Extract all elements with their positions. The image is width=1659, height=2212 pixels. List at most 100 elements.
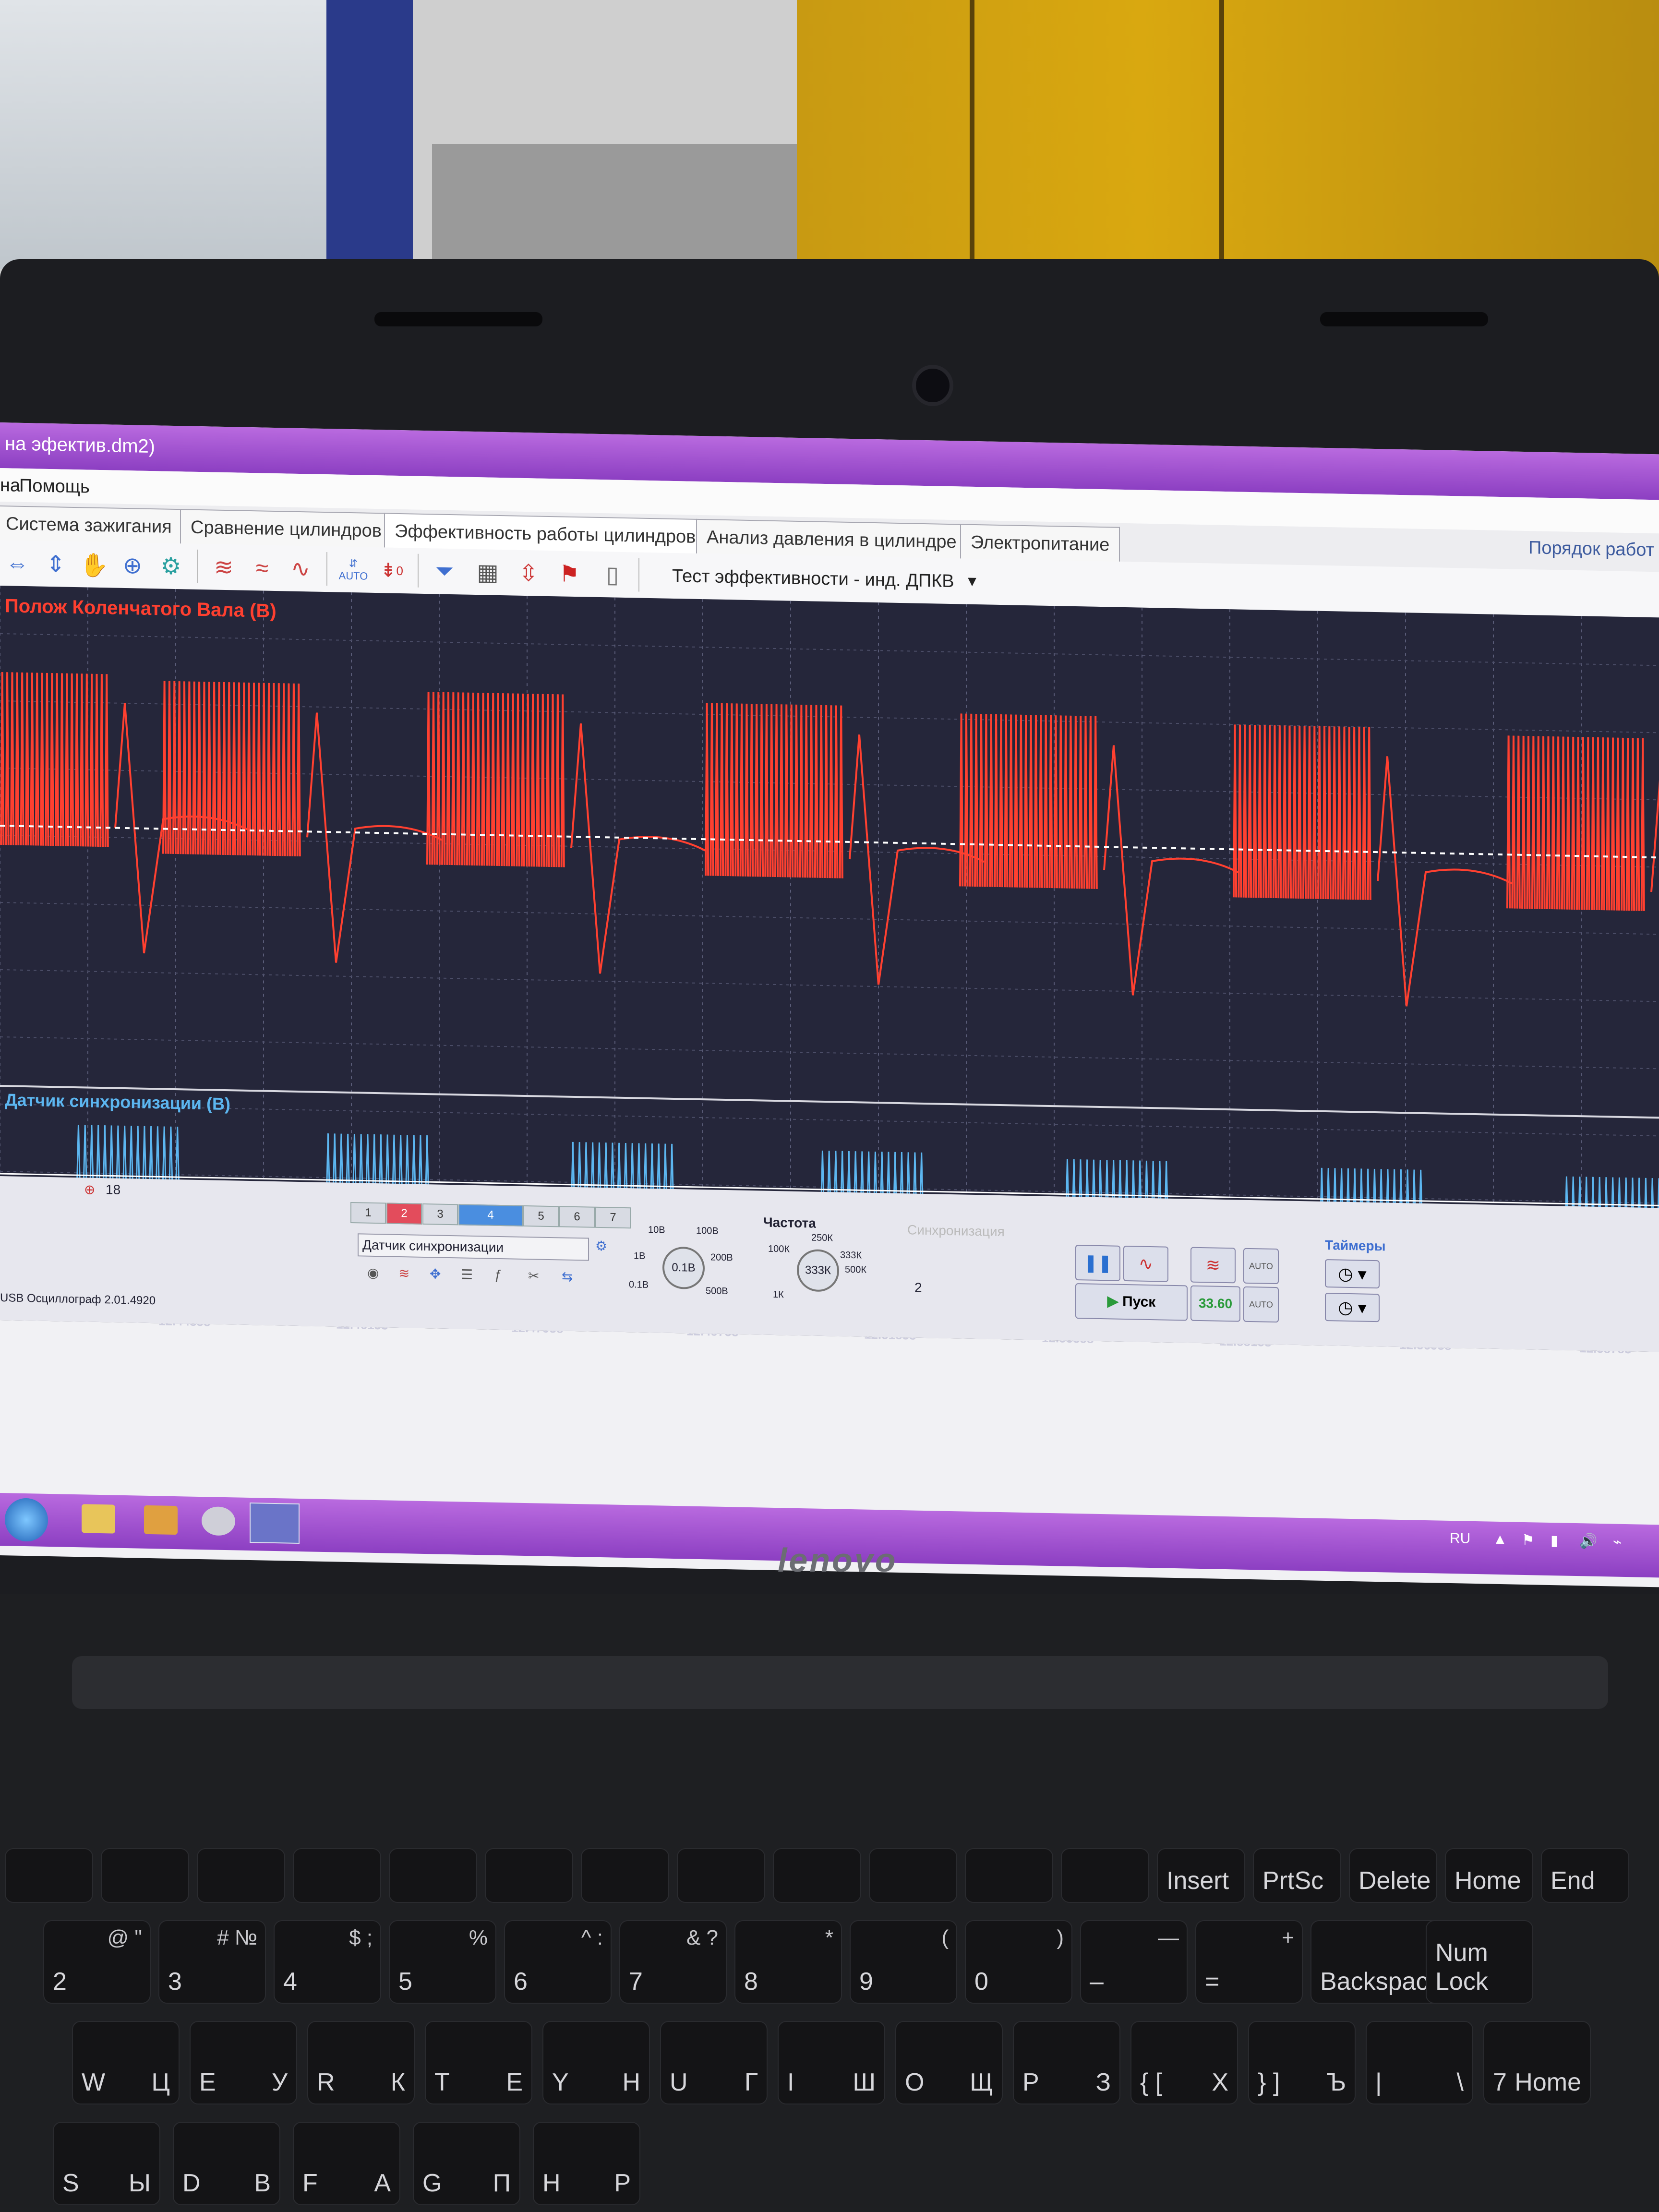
voltage-knob[interactable]: 0.1В (662, 1246, 705, 1290)
invert-icon[interactable]: ≋ (398, 1265, 409, 1281)
function-key[interactable]: Home (1445, 1848, 1533, 1903)
number-key[interactable]: 2 @ " (43, 1920, 151, 2004)
page-button[interactable]: 7 (595, 1206, 631, 1229)
timer-1-button[interactable]: ◷ ▾ (1325, 1259, 1380, 1289)
letter-key[interactable]: } ] Ъ (1248, 2021, 1356, 2104)
number-key[interactable]: 3 # № (158, 1920, 266, 2004)
test-mode-select[interactable]: Тест эффективности - инд. ДПКВ ▼ (672, 562, 984, 596)
zero-offset-icon[interactable]: ⇟ 0 (374, 553, 409, 588)
letter-key[interactable]: OЩ (895, 2021, 1003, 2104)
start-button[interactable]: ▶ Пуск (1075, 1283, 1188, 1321)
swap-icon[interactable]: ⇆ (562, 1268, 573, 1284)
scale-vertical-icon[interactable]: ⇕ (38, 547, 73, 582)
timer-2-button[interactable]: ◷ ▾ (1325, 1292, 1380, 1322)
sine-icon[interactable]: ∿ (1123, 1245, 1168, 1282)
media-icon[interactable] (144, 1505, 178, 1535)
function-key[interactable] (197, 1848, 285, 1903)
auto-settings-icon[interactable]: АUTO (1243, 1248, 1279, 1285)
marker-flag-icon[interactable]: ⚑ (552, 556, 587, 591)
waveform-icon[interactable]: ≋ (1190, 1247, 1236, 1284)
pause-icon[interactable]: ❚❚ (1075, 1245, 1120, 1281)
frequency-knob[interactable]: 333К (797, 1249, 839, 1292)
work-order-label[interactable]: Порядок работ (1528, 538, 1654, 561)
number-key[interactable]: 4 $ ; (274, 1920, 381, 2004)
number-key[interactable]: 0) (965, 1920, 1072, 2004)
move-icon[interactable]: ✥ (430, 1266, 441, 1282)
browser-icon[interactable] (202, 1506, 235, 1536)
letter-key[interactable]: GП (413, 2122, 520, 2205)
function-key[interactable] (1061, 1848, 1149, 1903)
page-button[interactable]: 3 (422, 1203, 458, 1226)
page-button[interactable]: 6 (559, 1206, 595, 1228)
waveform-c-icon[interactable]: ∿ (283, 551, 318, 586)
number-key[interactable]: 5% (389, 1920, 496, 2004)
number-key[interactable]: 7 & ? (619, 1920, 727, 2004)
letter-key[interactable]: EУ (190, 2021, 297, 2104)
count-value[interactable]: 18 (106, 1182, 120, 1198)
tray-up-icon[interactable]: ▲ (1493, 1531, 1507, 1548)
scissors-icon[interactable]: ✂ (528, 1268, 539, 1284)
letter-key[interactable]: UГ (660, 2021, 768, 2104)
waveform-a-icon[interactable]: ≋ (206, 550, 241, 585)
lines-icon[interactable]: ☰ (461, 1266, 473, 1282)
sync-value[interactable]: 2 (914, 1280, 922, 1296)
document-icon[interactable]: ▯ (595, 557, 630, 592)
channel-settings-icon[interactable]: ⚙ (595, 1238, 607, 1254)
cursor-lines-icon[interactable]: ⇳ (511, 555, 546, 590)
function-key[interactable]: End (1541, 1848, 1629, 1903)
explorer-icon[interactable] (82, 1504, 115, 1534)
scale-horizontal-icon[interactable]: ⇔ (0, 546, 35, 581)
waveform-b-icon[interactable]: ≈ (245, 551, 279, 586)
function-key[interactable] (773, 1848, 861, 1903)
volume-icon[interactable]: 🔊 (1579, 1533, 1597, 1550)
page-button[interactable]: 2 (386, 1202, 422, 1225)
zoom-icon[interactable]: ⊕ (115, 548, 150, 583)
function-key[interactable]: Delete (1349, 1848, 1437, 1903)
auto-scale-icon[interactable]: ⇵ АUTO (336, 552, 371, 587)
letter-key[interactable]: RК (307, 2021, 415, 2104)
function-icon[interactable]: ƒ (494, 1267, 502, 1283)
filter-icon[interactable]: ⚙ (154, 549, 188, 584)
menu-item-file[interactable]: на (0, 475, 20, 496)
letter-key[interactable]: TЕ (425, 2021, 532, 2104)
page-button[interactable]: 5 (523, 1205, 559, 1227)
oscilloscope-app-icon[interactable] (250, 1502, 300, 1544)
letter-key[interactable]: IШ (778, 2021, 885, 2104)
eye-icon[interactable]: ◉ (367, 1265, 379, 1281)
letter-key[interactable]: FА (293, 2122, 400, 2205)
function-key[interactable] (293, 1848, 381, 1903)
start-orb[interactable] (5, 1498, 48, 1542)
function-key[interactable] (581, 1848, 669, 1903)
function-key[interactable] (485, 1848, 573, 1903)
count-icon[interactable]: ⊕ (84, 1181, 95, 1197)
letter-key[interactable]: DВ (173, 2122, 280, 2205)
battery-icon[interactable]: ▮ (1551, 1532, 1559, 1549)
page-button-active[interactable]: 4 (458, 1204, 523, 1226)
letter-key[interactable]: { [Х (1130, 2021, 1238, 2104)
number-key[interactable]: 6 ^ : (504, 1920, 612, 2004)
function-key[interactable]: PrtSc (1253, 1848, 1341, 1903)
hand-icon[interactable]: ✋ (77, 547, 111, 582)
number-key[interactable]: Num Lock (1426, 1920, 1533, 2004)
menu-item-help[interactable]: Помощь (19, 476, 90, 498)
letter-key[interactable]: PЗ (1013, 2021, 1120, 2104)
tab-cylinder-pressure[interactable]: Анализ давления в цилиндре (696, 518, 967, 560)
function-key[interactable] (869, 1848, 957, 1903)
trigger-filter-icon[interactable]: ⏷ (427, 554, 462, 589)
function-key[interactable] (101, 1848, 189, 1903)
number-key[interactable]: – — (1080, 1920, 1188, 2004)
letter-key[interactable]: WЦ (72, 2021, 180, 2104)
page-button[interactable]: 1 (350, 1202, 386, 1224)
flag-icon[interactable]: ⚑ (1522, 1532, 1535, 1549)
tab-ignition[interactable]: Система зажигания (0, 505, 182, 545)
tab-cylinder-compare[interactable]: Сравнение цилиндров (180, 509, 392, 549)
function-key[interactable] (965, 1848, 1053, 1903)
function-key[interactable] (677, 1848, 765, 1903)
auto-run-icon[interactable]: АUTO (1243, 1286, 1279, 1323)
channel-select[interactable]: Датчик синхронизации (358, 1233, 589, 1261)
letter-key[interactable]: | \ (1366, 2021, 1473, 2104)
number-key[interactable]: = + (1195, 1920, 1303, 2004)
tab-power-supply[interactable]: Электропитание (960, 524, 1120, 563)
letter-key[interactable]: HР (533, 2122, 640, 2205)
number-key[interactable]: 9( (850, 1920, 957, 2004)
